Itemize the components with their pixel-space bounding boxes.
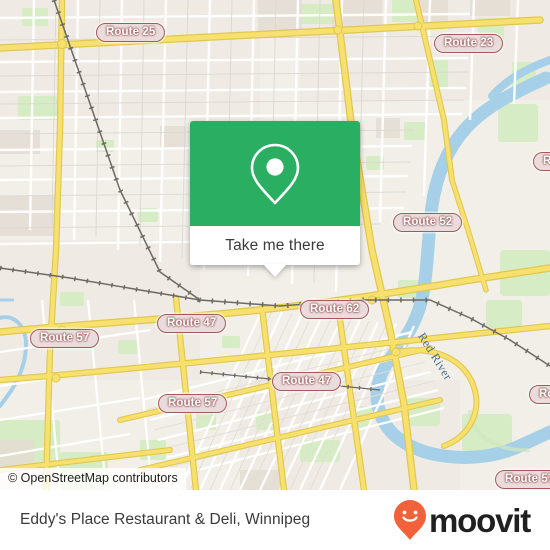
footer-bar: Eddy's Place Restaurant & Deli, Winnipeg… bbox=[0, 490, 550, 550]
route-badge[interactable]: Route 57 bbox=[158, 394, 228, 413]
route-badge[interactable]: Route 47 bbox=[272, 372, 342, 391]
route-badge-clipped[interactable]: Rou bbox=[529, 385, 550, 404]
route-badge[interactable]: Route 57 bbox=[30, 329, 100, 348]
take-me-there-button[interactable]: Take me there bbox=[190, 226, 360, 277]
callout-tail bbox=[263, 264, 287, 277]
moovit-place-card: Red River Route 25 Route 23 Route 52 Rou… bbox=[0, 0, 550, 550]
take-me-there-label: Take me there bbox=[225, 236, 325, 254]
moovit-pin-smiley-icon bbox=[394, 500, 427, 540]
location-pin-icon bbox=[250, 143, 300, 204]
place-title: Eddy's Place Restaurant & Deli, Winnipeg bbox=[20, 511, 311, 528]
place-callout-card[interactable]: Take me there bbox=[190, 121, 360, 277]
moovit-wordmark: moovit bbox=[429, 501, 531, 539]
route-badge[interactable]: Route 25 bbox=[96, 23, 166, 42]
map-canvas[interactable]: Red River Route 25 Route 23 Route 52 Rou… bbox=[0, 0, 550, 490]
route-badge[interactable]: Route 57 bbox=[495, 470, 550, 489]
map-attribution[interactable]: © OpenStreetMap contributors bbox=[0, 468, 186, 490]
moovit-logo[interactable]: moovit bbox=[393, 499, 531, 541]
callout-pin-area bbox=[190, 121, 360, 226]
route-badge[interactable]: Route 23 bbox=[434, 34, 504, 53]
route-badge[interactable]: Route 62 bbox=[300, 300, 370, 319]
route-badge[interactable]: Route 52 bbox=[393, 213, 463, 232]
route-badge[interactable]: Route 47 bbox=[157, 314, 227, 333]
route-badge-clipped[interactable]: Rou bbox=[533, 152, 550, 171]
